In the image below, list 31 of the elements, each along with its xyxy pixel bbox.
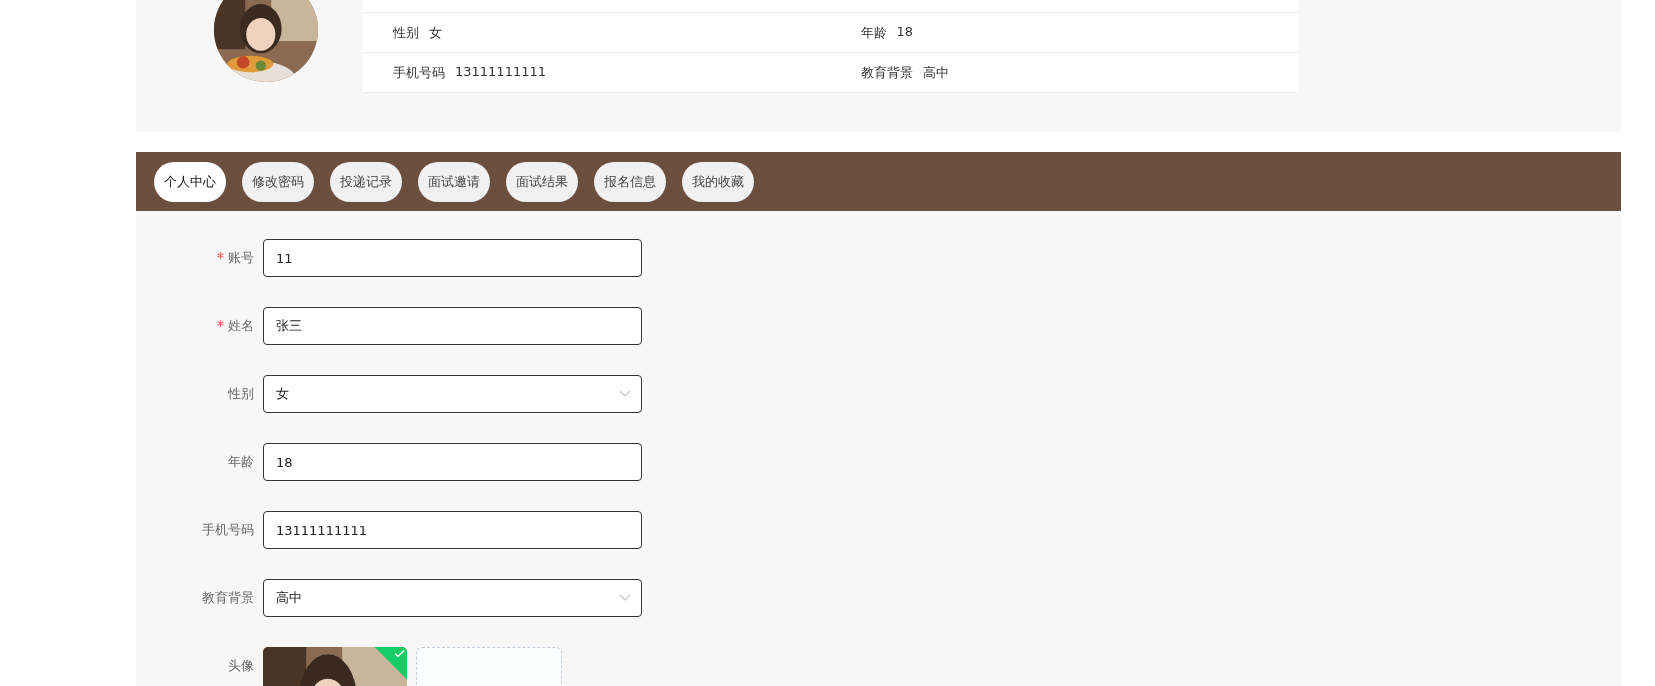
check-icon [394, 649, 405, 658]
tab[interactable]: 面试邀请 [418, 161, 490, 202]
info-label: 年龄 [860, 23, 887, 42]
select-field[interactable]: 高中 [263, 579, 642, 617]
tab[interactable]: 我的收藏 [682, 161, 754, 202]
info-value: 18 [896, 23, 914, 41]
info-label: 手机号码 [393, 63, 445, 82]
info-value: 女 [429, 23, 442, 42]
field-label: 年龄 [228, 453, 254, 471]
field-label: 性别 [228, 385, 254, 403]
select-field[interactable]: 女 [263, 375, 642, 413]
field-label: 账号 [228, 249, 254, 267]
field-label: 教育背景 [202, 589, 254, 607]
field-label: 头像 [228, 657, 254, 675]
info-label: 性别 [393, 23, 419, 42]
tab[interactable]: 面试结果 [506, 161, 578, 202]
input-field[interactable]: 11 [263, 239, 642, 277]
tab[interactable]: 修改密码 [242, 161, 314, 202]
info-value: 13111111111 [455, 63, 546, 81]
chevron-down-icon [619, 390, 631, 398]
info-label: 教育背景 [860, 63, 913, 82]
tab[interactable]: 个人中心 [154, 161, 226, 202]
input-field[interactable]: 18 [263, 443, 642, 481]
field-label: 手机号码 [202, 521, 254, 539]
field-label: 姓名 [228, 317, 254, 335]
info-value: 高中 [922, 63, 949, 82]
tab[interactable]: 投递记录 [330, 161, 402, 202]
input-field[interactable]: 13111111111 [263, 511, 642, 549]
tab[interactable]: 报名信息 [594, 161, 666, 202]
chevron-down-icon [619, 594, 631, 602]
input-field[interactable]: 张三 [263, 307, 642, 345]
